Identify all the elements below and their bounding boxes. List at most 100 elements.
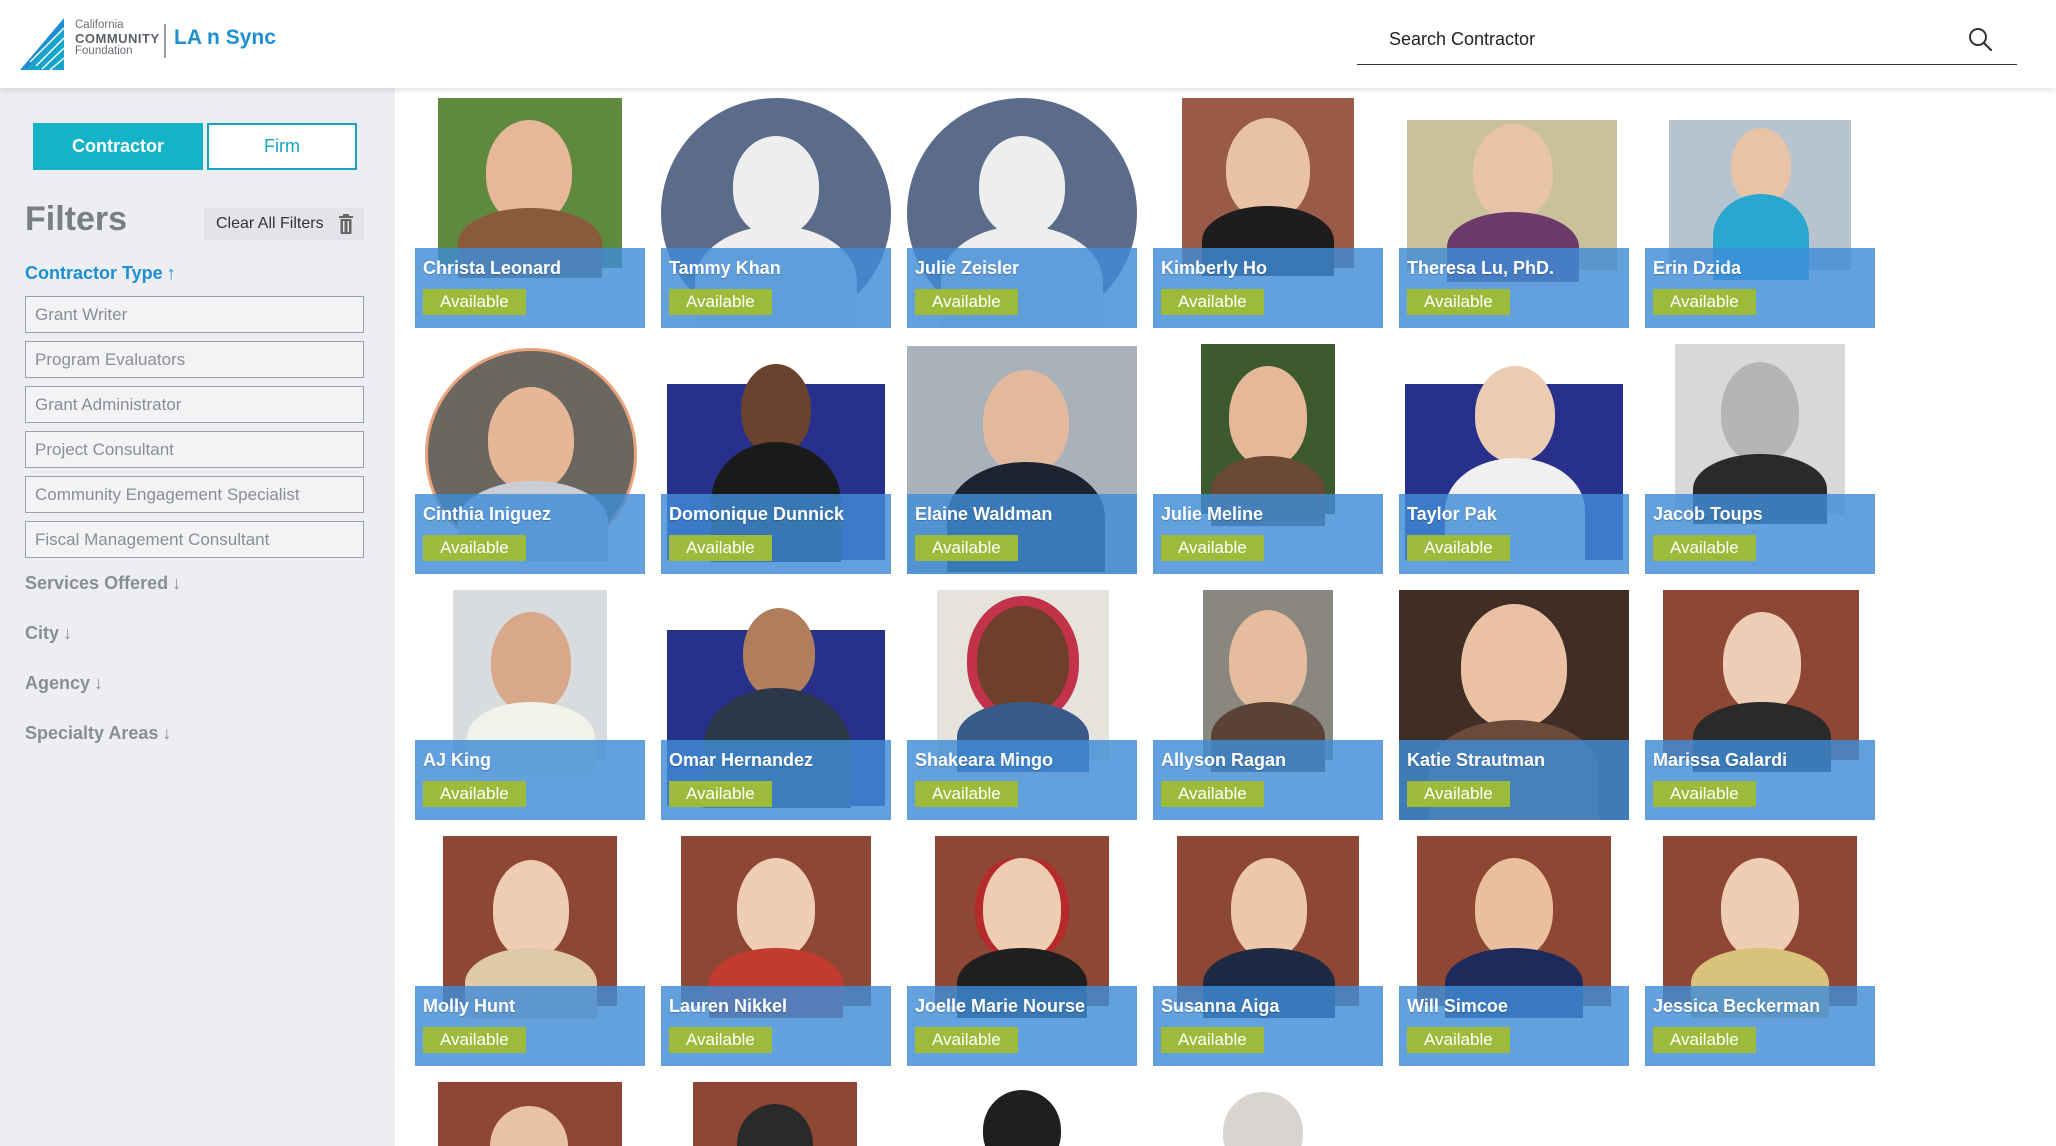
contractor-name: AJ King — [423, 750, 492, 770]
contractor-card[interactable]: Jacob Toups Available — [1645, 344, 1875, 574]
status-badge: Available — [915, 289, 1018, 315]
status-badge: Available — [915, 535, 1018, 561]
arrow-down-icon: ↓ — [172, 573, 182, 593]
contractor-photo — [1182, 98, 1354, 276]
contractor-card[interactable]: Kimberly Ho Available — [1153, 98, 1383, 328]
status-badge: Available — [1407, 535, 1510, 561]
contractor-name: Marissa Galardi — [1653, 750, 1788, 770]
contractor-card[interactable]: Taylor Pak Available — [1399, 344, 1629, 574]
option-community-engagement-specialist[interactable]: Community Engagement Specialist — [25, 476, 364, 513]
status-badge: Available — [1653, 535, 1756, 561]
contractor-card[interactable]: Marissa Galardi Available — [1645, 590, 1875, 820]
contractor-photo[interactable] — [438, 1082, 622, 1146]
status-badge: Available — [1653, 289, 1756, 315]
contractor-name: Katie Strautman — [1407, 750, 1546, 770]
status-badge: Available — [1161, 535, 1264, 561]
tab-contractor[interactable]: Contractor — [33, 123, 203, 170]
status-badge: Available — [1653, 781, 1756, 807]
option-fiscal-management-consultant[interactable]: Fiscal Management Consultant — [25, 521, 364, 558]
contractor-card[interactable]: Tammy Khan Available — [661, 98, 891, 328]
filters-title: Filters — [25, 200, 128, 238]
filter-city[interactable]: City ↓ — [25, 623, 72, 644]
filter-sidebar: Contractor Firm Filters Clear All Filter… — [0, 88, 395, 1146]
contractor-card[interactable]: Joelle Marie Nourse Available — [907, 836, 1137, 1066]
contractor-photo — [681, 836, 871, 1018]
contractor-photo[interactable] — [693, 1082, 857, 1146]
top-header: California COMMUNITY Foundation LA n Syn… — [0, 0, 2056, 88]
status-badge: Available — [423, 289, 526, 315]
logo-line-3: Foundation — [75, 45, 133, 57]
arrow-down-icon: ↓ — [162, 723, 172, 743]
contractor-card[interactable]: Lauren Nikkel Available — [661, 836, 891, 1066]
filter-contractor-type-label: Contractor Type — [25, 263, 163, 283]
search-icon[interactable] — [1967, 26, 1993, 52]
contractor-name: Christa Leonard — [423, 258, 562, 278]
contractor-card[interactable]: Julie Zeisler Available — [907, 98, 1137, 328]
contractor-card[interactable]: Theresa Lu, PhD. Available — [1399, 98, 1629, 328]
status-badge: Available — [1161, 289, 1264, 315]
contractor-name: Tammy Khan — [669, 258, 781, 278]
contractor-card[interactable]: Domonique Dunnick Available — [661, 344, 891, 574]
contractor-name: Cinthia Iniguez — [423, 504, 551, 524]
contractor-photo — [1663, 836, 1857, 1018]
contractor-card[interactable]: Susanna Aiga Available — [1153, 836, 1383, 1066]
filter-city-label: City — [25, 623, 60, 643]
app-name[interactable]: LA n Sync — [174, 26, 276, 50]
status-badge: Available — [669, 535, 772, 561]
contractor-card[interactable]: Katie Strautman Available — [1399, 590, 1629, 820]
status-badge: Available — [1653, 1027, 1756, 1053]
contractor-name: Taylor Pak — [1407, 504, 1497, 524]
contractor-name: Omar Hernandez — [669, 750, 814, 770]
contractor-name: Susanna Aiga — [1161, 996, 1280, 1016]
contractor-grid: Christa Leonard Available Tammy Khan Ava… — [415, 88, 1875, 1146]
contractor-card[interactable]: Julie Meline Available — [1153, 344, 1383, 574]
contractor-name: Theresa Lu, PhD. — [1407, 258, 1555, 278]
contractor-card[interactable]: Erin Dzida Available — [1645, 98, 1875, 328]
arrow-up-icon: ↑ — [166, 263, 176, 283]
contractor-card[interactable]: Jessica Beckerman Available — [1645, 836, 1875, 1066]
contractor-photo — [1201, 344, 1335, 526]
clear-all-filters-label: Clear All Filters — [216, 215, 324, 232]
option-program-evaluators[interactable]: Program Evaluators — [25, 341, 364, 378]
contractor-name: Allyson Ragan — [1161, 750, 1287, 770]
search-bar — [1357, 18, 2017, 65]
status-badge: Available — [915, 781, 1018, 807]
tab-firm[interactable]: Firm — [207, 123, 357, 170]
option-grant-writer[interactable]: Grant Writer — [25, 296, 364, 333]
contractor-photo[interactable] — [1207, 1088, 1317, 1146]
status-badge: Available — [669, 1027, 772, 1053]
filter-contractor-type[interactable]: Contractor Type ↑ — [25, 263, 176, 284]
contractor-name: Molly Hunt — [423, 996, 515, 1016]
status-badge: Available — [423, 781, 526, 807]
filter-specialty-areas[interactable]: Specialty Areas ↓ — [25, 723, 171, 744]
contractor-card[interactable]: Allyson Ragan Available — [1153, 590, 1383, 820]
filter-services-offered[interactable]: Services Offered ↓ — [25, 573, 181, 594]
contractor-photo[interactable] — [967, 1088, 1077, 1146]
filter-agency-label: Agency — [25, 673, 91, 693]
contractor-photo — [1663, 590, 1859, 772]
contractor-card[interactable]: AJ King Available — [415, 590, 645, 820]
search-input[interactable] — [1389, 24, 1949, 54]
option-project-consultant[interactable]: Project Consultant — [25, 431, 364, 468]
contractor-card[interactable]: Shakeara Mingo Available — [907, 590, 1137, 820]
status-badge: Available — [423, 535, 526, 561]
contractor-name: Domonique Dunnick — [669, 504, 844, 524]
contractor-card[interactable]: Cinthia Iniguez Available — [415, 344, 645, 574]
status-badge: Available — [1161, 1027, 1264, 1053]
trash-icon — [339, 214, 353, 234]
filter-agency[interactable]: Agency ↓ — [25, 673, 103, 694]
contractor-photo — [1177, 836, 1359, 1018]
contractor-photo — [1417, 836, 1611, 1018]
contractor-name: Lauren Nikkel — [669, 996, 788, 1016]
option-grant-administrator[interactable]: Grant Administrator — [25, 386, 364, 423]
contractor-card[interactable]: Christa Leonard Available — [415, 98, 645, 328]
contractor-card[interactable]: Omar Hernandez Available — [661, 590, 891, 820]
contractor-card[interactable]: Molly Hunt Available — [415, 836, 645, 1066]
status-badge: Available — [1407, 1027, 1510, 1053]
contractor-card[interactable]: Will Simcoe Available — [1399, 836, 1629, 1066]
clear-all-filters-button[interactable]: Clear All Filters — [204, 208, 364, 240]
contractor-card[interactable]: Elaine Waldman Available — [907, 344, 1137, 574]
status-badge: Available — [915, 1027, 1018, 1053]
status-badge: Available — [1161, 781, 1264, 807]
contractor-name: Jessica Beckerman — [1653, 996, 1821, 1016]
